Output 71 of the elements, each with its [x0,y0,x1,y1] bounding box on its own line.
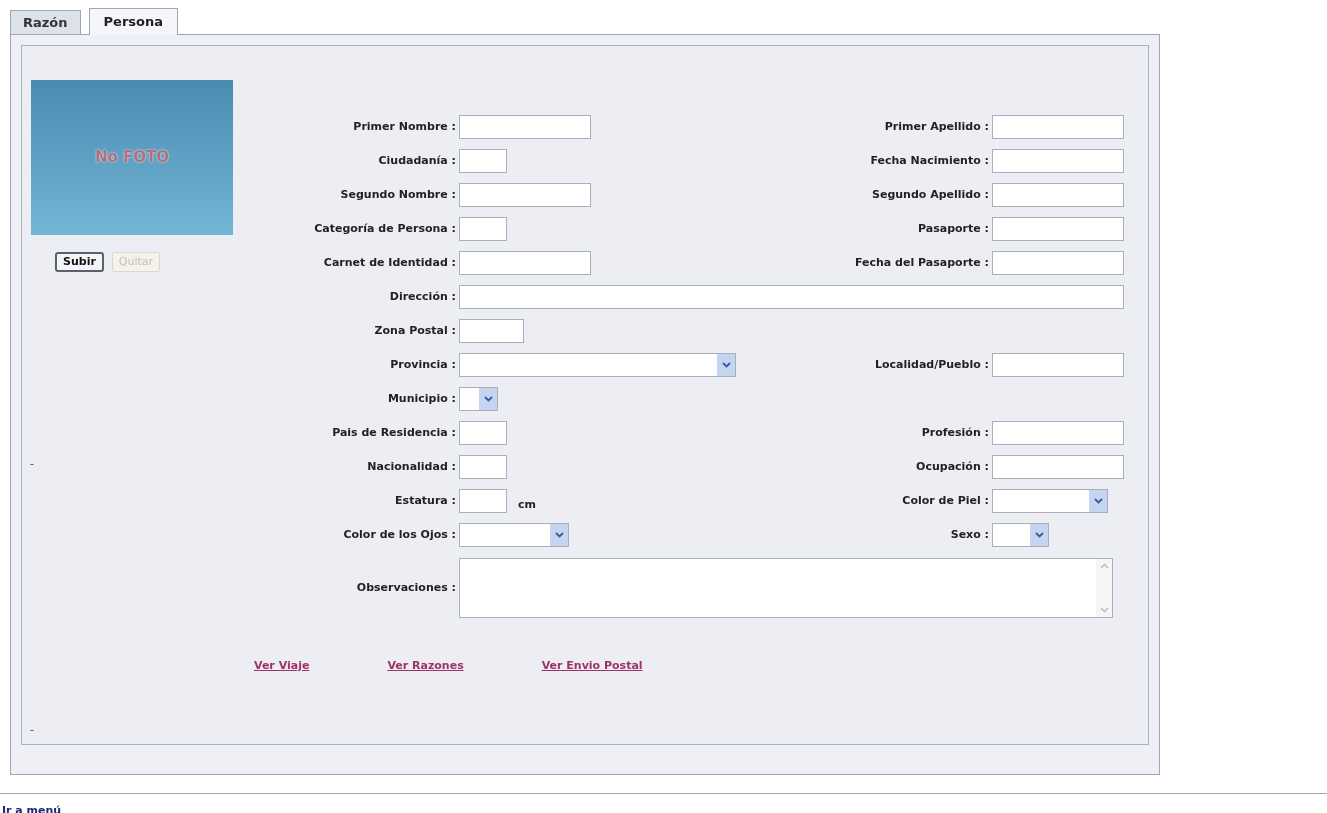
field-label: Ocupación : [915,458,989,475]
text-field[interactable] [459,149,507,173]
chevron-down-icon [1093,498,1103,504]
dropdown-button[interactable] [1089,490,1107,512]
dash-mark: - [30,456,34,472]
field-label: Primer Apellido : [883,118,989,135]
field-label: Estatura : [394,492,456,509]
scrollbar[interactable] [1096,559,1112,617]
text-field[interactable] [459,251,591,275]
text-field[interactable] [992,455,1124,479]
text-field[interactable] [992,217,1124,241]
link[interactable]: Ver Viaje [254,658,310,675]
scroll-up-icon[interactable] [1099,563,1109,569]
field-label: Segundo Nombre : [339,186,456,203]
chevron-down-icon [483,396,493,402]
chevron-down-icon [1034,532,1044,538]
dropdown-button[interactable] [717,354,735,376]
text-field[interactable] [459,115,591,139]
text-field[interactable] [459,455,507,479]
text-field[interactable] [459,285,1124,309]
chevron-down-icon [721,362,731,368]
text-field[interactable] [992,251,1124,275]
text-field[interactable] [459,421,507,445]
dropdown-field[interactable] [459,387,498,411]
dropdown-field[interactable] [992,489,1108,513]
field-label: Localidad/Pueblo : [873,356,989,373]
field-label: Profesión : [920,424,989,441]
text-area[interactable] [459,558,1113,618]
text-field[interactable] [992,353,1124,377]
text-field[interactable] [992,115,1124,139]
field-label: Nacionalidad : [366,458,456,475]
field-label: Segundo Apellido : [871,186,989,203]
dropdown-button[interactable] [479,388,497,410]
field-label: Dirección : [388,288,456,305]
text-field[interactable] [459,489,507,513]
tab[interactable]: Persona [88,8,178,35]
text-field[interactable] [459,217,507,241]
dropdown-field[interactable] [992,523,1049,547]
field-label: Pais de Residencia : [331,424,456,441]
field-label: Observaciones : [355,579,456,596]
dropdown-button[interactable] [1030,524,1048,546]
field-label: Fecha del Pasaporte : [853,254,989,271]
text-field[interactable] [459,183,591,207]
text-field[interactable] [992,183,1124,207]
text-field[interactable] [992,149,1124,173]
field-label: Carnet de Identidad : [322,254,456,271]
field-label: Ciudadanía : [377,152,456,169]
field-label: Sexo : [949,526,989,543]
dropdown-button[interactable] [550,524,568,546]
field-label: Color de los Ojos : [342,526,456,543]
field-label: Color de Piel : [901,492,989,509]
tab[interactable]: Razón [10,10,81,34]
field-label: Municipio : [386,390,456,407]
text-field[interactable] [992,421,1124,445]
chevron-down-icon [554,532,564,538]
field-label: Primer Nombre : [352,118,456,135]
dash-mark: - [30,722,34,738]
link[interactable]: Ver Envio Postal [541,658,643,675]
scroll-down-icon[interactable] [1099,607,1109,613]
field-label: Fecha Nacimiento : [869,152,989,169]
dropdown-field[interactable] [459,523,569,547]
photo-button[interactable]: Subir [55,252,104,272]
unit-label: cm [518,496,536,513]
text-field[interactable] [459,319,524,343]
link[interactable]: Ver Razones [387,658,464,675]
field-label: Zona Postal : [373,322,456,339]
photo-caption: No FOTO [94,147,170,169]
field-label: Categoría de Persona : [313,220,456,237]
field-label: Pasaporte : [917,220,989,237]
dropdown-field[interactable] [459,353,736,377]
field-label: Provincia : [389,356,456,373]
